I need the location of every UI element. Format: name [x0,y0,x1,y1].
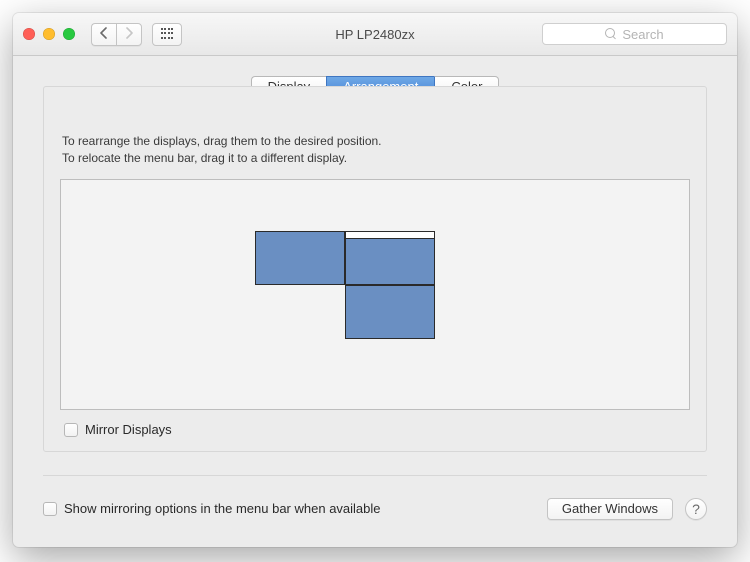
search-input[interactable]: Search [542,23,727,45]
zoom-window-button[interactable] [63,28,75,40]
display-2[interactable] [345,231,435,285]
chevron-left-icon [100,27,108,42]
forward-button[interactable] [116,23,142,46]
show-all-button[interactable] [152,23,182,46]
menubar-indicator[interactable] [346,232,434,239]
display-1[interactable] [255,231,345,285]
chevron-right-icon [125,27,133,42]
content-body: Display Arrangement Color To rearrange t… [13,56,737,547]
show-mirroring-label: Show mirroring options in the menu bar w… [64,501,381,516]
toolbar: HP LP2480zx Search [13,13,737,56]
search-icon [605,28,617,40]
nav-back-forward [91,23,142,46]
gather-windows-button[interactable]: Gather Windows [547,498,673,520]
help-icon: ? [692,501,700,517]
back-button[interactable] [91,23,116,46]
search-placeholder: Search [622,27,663,42]
minimize-window-button[interactable] [43,28,55,40]
traffic-lights [23,28,75,40]
mirror-displays-label: Mirror Displays [85,422,172,437]
display-3[interactable] [345,285,435,339]
show-mirroring-checkbox[interactable] [43,502,57,516]
preferences-window: HP LP2480zx Search Display Arrangement C… [13,13,737,547]
show-mirroring-row: Show mirroring options in the menu bar w… [43,501,381,516]
arrangement-hint: To rearrange the displays, drag them to … [62,133,688,167]
mirror-displays-checkbox[interactable] [64,423,78,437]
help-button[interactable]: ? [685,498,707,520]
footer: Show mirroring options in the menu bar w… [43,475,707,525]
grid-icon [161,28,173,40]
close-window-button[interactable] [23,28,35,40]
arrangement-canvas[interactable] [60,179,690,410]
arrangement-panel: To rearrange the displays, drag them to … [43,86,707,452]
mirror-displays-row: Mirror Displays [60,422,690,437]
